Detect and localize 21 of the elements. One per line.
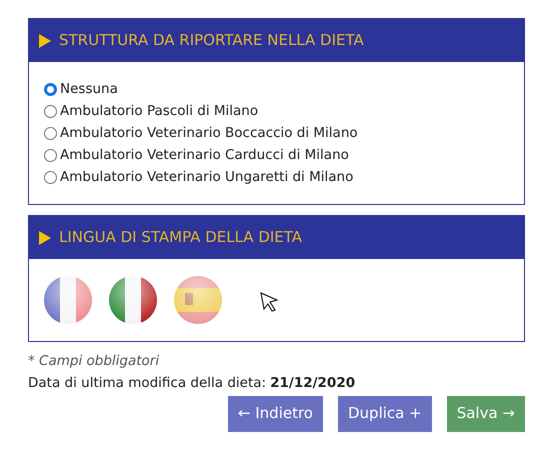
panel-title: STRUTTURA DA RIPORTARE NELLA DIETA	[59, 30, 364, 52]
save-button[interactable]: Salva →	[446, 396, 525, 432]
radio-label: Ambulatorio Veterinario Carducci di Milano	[60, 146, 349, 165]
last-modified-label: Data di ultima modifica della dieta:	[28, 374, 266, 394]
radio-button[interactable]	[44, 104, 57, 118]
radio-button[interactable]	[44, 170, 57, 184]
cursor-icon	[260, 292, 279, 312]
last-modified-date: 21/12/2020	[270, 374, 356, 394]
radio-button[interactable]	[44, 148, 57, 162]
duplicate-button[interactable]: Duplica +	[338, 396, 432, 432]
radio-label: Ambulatorio Pascoli di Milano	[60, 102, 258, 121]
radio-label: Nessuna	[60, 80, 118, 99]
radio-button[interactable]	[44, 126, 57, 140]
radio-label: Ambulatorio Veterinario Boccaccio di Milano	[60, 124, 358, 143]
radio-button[interactable]	[44, 82, 57, 96]
radio-label: Ambulatorio Veterinario Ungaretti di Milano	[60, 168, 354, 187]
back-button[interactable]: ← Indietro	[228, 396, 323, 432]
triangle-icon	[39, 230, 51, 244]
triangle-icon	[39, 34, 51, 48]
required-note: * Campi obbligatori	[28, 352, 160, 371]
panel-title: LINGUA DI STAMPA DELLA DIETA	[59, 227, 302, 248]
